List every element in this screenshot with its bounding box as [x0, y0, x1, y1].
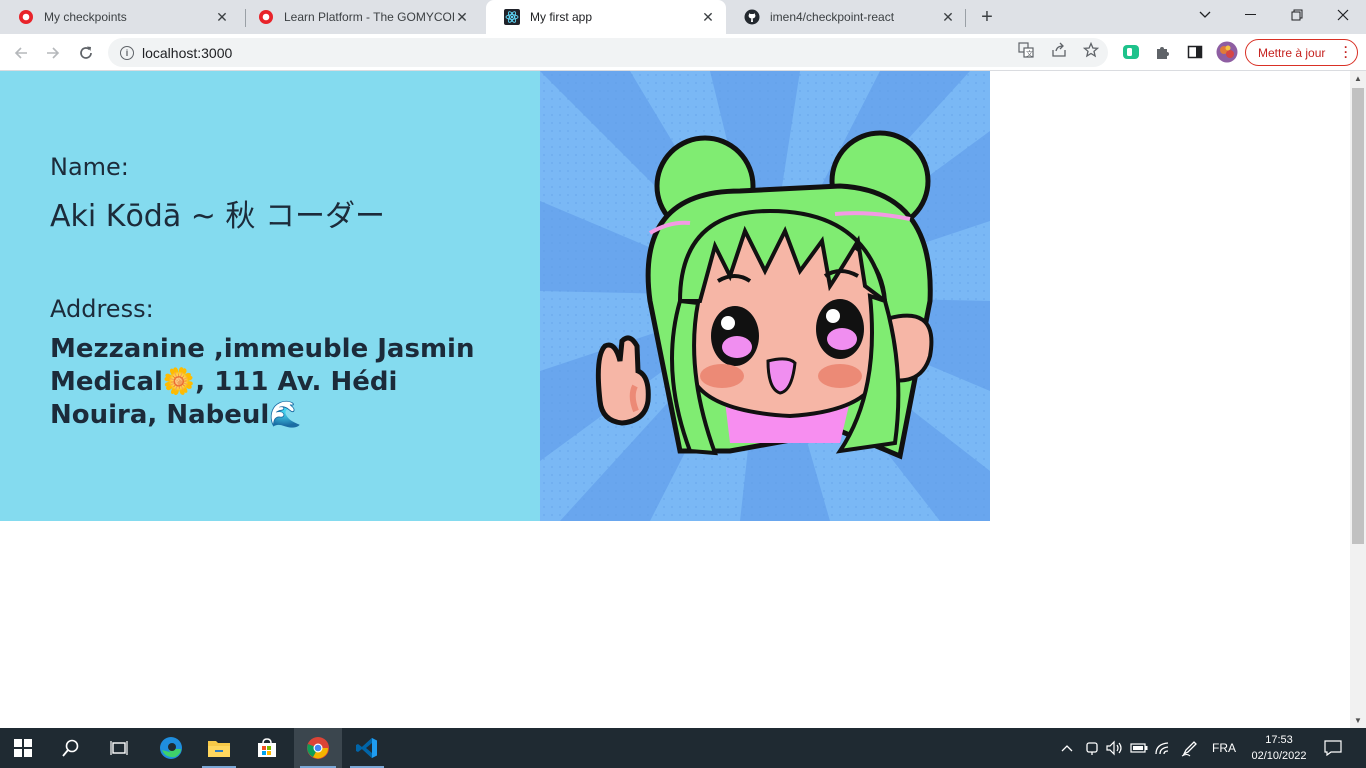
name-value: Aki Kōdā ~ 秋 コーダー: [50, 199, 385, 234]
tab-my-first-app[interactable]: My first app ✕: [486, 0, 726, 34]
clock-time: 17:53: [1265, 734, 1293, 746]
task-view-icon[interactable]: [96, 728, 142, 768]
close-icon[interactable]: ✕: [214, 9, 230, 25]
new-tab-button[interactable]: +: [974, 5, 1000, 29]
bookmark-star-icon[interactable]: [1082, 41, 1100, 59]
profile-picture: [540, 71, 990, 521]
profile-avatar[interactable]: [1216, 41, 1238, 63]
close-window-button[interactable]: [1320, 0, 1366, 30]
tab-strip: My checkpoints ✕ Learn Platform - The GO…: [0, 0, 1366, 34]
tab-learn-platform[interactable]: Learn Platform - The GOMYCODE ✕: [240, 0, 480, 34]
address-bar[interactable]: i localhost:3000: [108, 38, 1108, 67]
side-panel-icon[interactable]: [1185, 42, 1205, 62]
wifi-icon[interactable]: [1152, 728, 1174, 768]
chrome-taskbar-icon[interactable]: [294, 728, 342, 768]
extensions-puzzle-icon[interactable]: [1153, 42, 1173, 62]
gomycode-icon: [18, 9, 34, 25]
extension-icon[interactable]: [1121, 42, 1141, 62]
more-menu-icon[interactable]: · · ·: [1344, 41, 1348, 63]
address-value: Mezzanine ,immeuble Jasmin Medical🌼, 111…: [50, 334, 475, 430]
search-icon[interactable]: [48, 728, 94, 768]
url-text: localhost:3000: [142, 44, 233, 61]
edge-icon[interactable]: [148, 728, 194, 768]
notifications-icon[interactable]: [1318, 728, 1348, 768]
clock-date: 02/10/2022: [1251, 750, 1307, 762]
language-indicator[interactable]: FRA: [1206, 728, 1242, 768]
volume-icon[interactable]: [1104, 728, 1126, 768]
github-icon: [744, 9, 760, 25]
meet-now-icon[interactable]: [1082, 728, 1102, 768]
tab-title: My first app: [530, 10, 593, 24]
tab-title: imen4/checkpoint-react: [770, 10, 895, 24]
scroll-down-arrow[interactable]: ▼: [1354, 716, 1362, 725]
tab-title: Learn Platform - The GOMYCODE: [284, 10, 454, 24]
site-info-icon[interactable]: i: [120, 45, 134, 60]
windows-taskbar: FRA 17:53 02/10/2022: [0, 728, 1366, 768]
name-label: Name:: [50, 153, 129, 181]
update-button[interactable]: Mettre à jour · · ·: [1245, 39, 1358, 66]
tab-search-button[interactable]: [1182, 0, 1228, 30]
back-button[interactable]: [7, 39, 35, 67]
pen-workspace-icon[interactable]: [1178, 728, 1202, 768]
close-icon[interactable]: ✕: [940, 9, 956, 25]
share-icon[interactable]: [1050, 41, 1068, 59]
profile-card-info: Name: Aki Kōdā ~ 秋 コーダー Address: Mezzani…: [0, 71, 540, 521]
tray-overflow-icon[interactable]: [1057, 728, 1077, 768]
forward-button[interactable]: [39, 39, 67, 67]
tab-separator: [965, 9, 966, 27]
scrollbar-thumb[interactable]: [1352, 88, 1364, 544]
scroll-up-arrow[interactable]: ▲: [1354, 74, 1362, 83]
page-viewport: Name: Aki Kōdā ~ 秋 コーダー Address: Mezzani…: [0, 71, 1350, 728]
address-label: Address:: [50, 295, 154, 323]
translate-icon[interactable]: 文: [1017, 41, 1035, 59]
battery-icon[interactable]: [1128, 728, 1150, 768]
file-explorer-icon[interactable]: [196, 728, 242, 768]
windows-start-icon[interactable]: [0, 728, 46, 768]
close-icon[interactable]: ✕: [454, 9, 470, 25]
tab-my-checkpoints[interactable]: My checkpoints ✕: [0, 0, 240, 34]
update-button-label: Mettre à jour: [1258, 45, 1326, 60]
tab-github-repo[interactable]: imen4/checkpoint-react ✕: [726, 0, 966, 34]
page-scrollbar[interactable]: ▲ ▼: [1350, 71, 1366, 728]
taskbar-clock[interactable]: 17:53 02/10/2022: [1244, 732, 1314, 764]
react-icon: [504, 9, 520, 25]
microsoft-store-icon[interactable]: [244, 728, 290, 768]
close-icon[interactable]: ✕: [700, 9, 716, 25]
restore-button[interactable]: [1274, 0, 1320, 30]
gomycode-icon: [258, 9, 274, 25]
tab-title: My checkpoints: [44, 10, 127, 24]
reload-button[interactable]: [72, 39, 100, 67]
minimize-button[interactable]: [1228, 0, 1274, 30]
svg-text:文: 文: [1026, 49, 1033, 58]
vscode-icon[interactable]: [344, 728, 390, 768]
browser-toolbar: i localhost:3000 文 Mettre à jour · · ·: [0, 34, 1366, 71]
